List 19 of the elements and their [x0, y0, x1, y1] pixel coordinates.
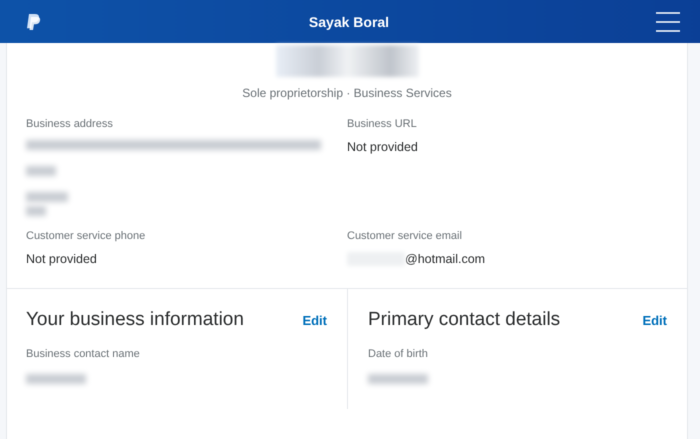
- field-label: Business address: [26, 118, 114, 130]
- section-title: Your business information: [26, 309, 244, 331]
- field-label: Customer service email: [347, 230, 463, 242]
- field-value: Not provided: [26, 252, 98, 266]
- business-subtitle: Sole proprietorship · Business Services: [242, 86, 452, 100]
- blurred-text: [368, 374, 428, 384]
- edit-link[interactable]: Edit: [642, 312, 667, 328]
- field-value: @hotmail.com: [405, 252, 486, 266]
- field-value: Not provided: [347, 140, 419, 154]
- header-title: Sayak Boral: [308, 14, 390, 30]
- field-label: Date of birth: [368, 348, 429, 360]
- section-title: Primary contact details: [368, 309, 560, 331]
- field-label: Customer service phone: [26, 230, 146, 242]
- edit-link[interactable]: Edit: [302, 312, 327, 328]
- logo-icon[interactable]: [26, 12, 42, 30]
- field-label: Business contact name: [26, 348, 141, 360]
- menu-icon[interactable]: [656, 12, 680, 32]
- field-label: Business URL: [347, 118, 418, 130]
- blurred-text: [26, 374, 86, 384]
